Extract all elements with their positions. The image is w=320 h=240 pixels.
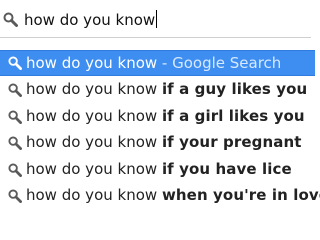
text-caret bbox=[156, 10, 158, 28]
suggestion-typed: how do you know bbox=[26, 106, 162, 125]
suggestion-typed: how do you know bbox=[26, 186, 162, 204]
suggestion-typed: how do you know bbox=[26, 80, 162, 98]
suggestion-text: how do you know if a guy likes you bbox=[26, 76, 307, 102]
suggestion-completion: when you're in love bbox=[161, 186, 320, 204]
search-icon bbox=[8, 162, 22, 177]
suggestion-typed: how do you know bbox=[26, 133, 162, 151]
suggestion-provider: - Google Search bbox=[157, 54, 282, 72]
suggestion-text: how do you know if your pregnant bbox=[26, 129, 302, 155]
suggestion-text: how do you know if you have lice bbox=[26, 156, 292, 182]
suggestion-item[interactable]: how do you know if your pregnant bbox=[0, 129, 315, 156]
search-icon bbox=[3, 12, 18, 27]
suggestion-text: how do you know if a girl likes you bbox=[26, 103, 305, 129]
suggestion-item[interactable]: how do you know if you have lice bbox=[0, 156, 315, 183]
suggestion-completion: if you have lice bbox=[161, 159, 292, 178]
suggestion-item[interactable]: how do you know when you're in love bbox=[0, 182, 320, 209]
address-input-text: how do you know bbox=[24, 11, 156, 29]
omnibox: how do you know bbox=[0, 0, 311, 38]
suggestion-completion: if your pregnant bbox=[161, 133, 302, 151]
suggestion-query: how do you know bbox=[26, 54, 158, 72]
search-icon bbox=[8, 83, 22, 97]
suggestion-item[interactable]: how do you know if a guy likes you bbox=[0, 76, 315, 103]
suggestion-text: how do you know - Google Search bbox=[26, 51, 281, 75]
suggestion-dropdown: how do you know - Google Search how do y… bbox=[0, 50, 320, 209]
suggestion-completion: if a guy likes you bbox=[161, 80, 308, 98]
search-icon bbox=[8, 189, 22, 203]
search-icon bbox=[8, 109, 22, 124]
suggestion-completion: if a girl likes you bbox=[161, 106, 305, 125]
address-bar[interactable]: how do you know bbox=[0, 6, 311, 34]
suggestion-google-search[interactable]: how do you know - Google Search bbox=[0, 50, 315, 76]
search-icon bbox=[8, 136, 22, 150]
suggestion-typed: how do you know bbox=[26, 159, 162, 178]
suggestion-text: how do you know when you're in love bbox=[26, 182, 320, 208]
search-icon bbox=[8, 56, 22, 70]
address-input[interactable]: how do you know bbox=[24, 7, 158, 33]
suggestion-item[interactable]: how do you know if a girl likes you bbox=[0, 103, 315, 130]
